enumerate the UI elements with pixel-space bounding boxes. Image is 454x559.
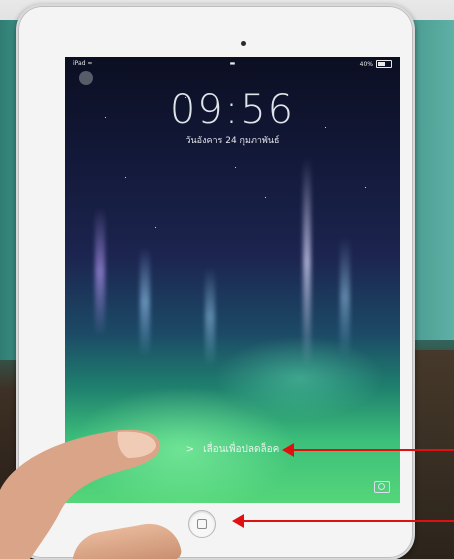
arrow-head-icon [232, 514, 244, 528]
battery-icon [376, 60, 392, 68]
star [365, 187, 366, 188]
annotation-arrow-home [232, 514, 454, 528]
star [155, 227, 156, 228]
battery-percent: 40% [359, 60, 373, 68]
arrow-head-icon [282, 443, 294, 457]
arrow-shaft [242, 520, 454, 522]
aurora-streak [140, 247, 150, 357]
star [125, 177, 126, 178]
photo-scene: iPad ≈ ▬ 40% 09:56 วันอังคาร 24 กุมภาพัน… [0, 0, 454, 559]
annotation-arrow-unlock [282, 443, 454, 457]
aurora-streak [340, 237, 350, 357]
slide-to-unlock-label: เลื่อนเพื่อปลดล็อค [203, 444, 280, 455]
clock-date: วันอังคาร 24 กุมภาพันธ์ [185, 136, 280, 146]
arrow-shaft [292, 449, 454, 451]
star [265, 197, 266, 198]
camera-icon[interactable] [374, 481, 390, 493]
home-square-icon [197, 519, 207, 529]
notification-icon [79, 71, 93, 85]
battery-group: 40% [360, 60, 392, 68]
clock-time: 09:56 [169, 87, 296, 133]
star [235, 167, 236, 168]
front-camera [241, 41, 246, 46]
aurora-streak [303, 157, 311, 367]
status-center-indicator: ▬ [229, 60, 236, 67]
aurora-streak [205, 267, 215, 367]
status-bar: iPad ≈ ▬ 40% [65, 57, 400, 71]
home-button[interactable] [188, 510, 216, 538]
aurora-streak [95, 207, 105, 337]
carrier-label: iPad ≈ [73, 60, 93, 67]
